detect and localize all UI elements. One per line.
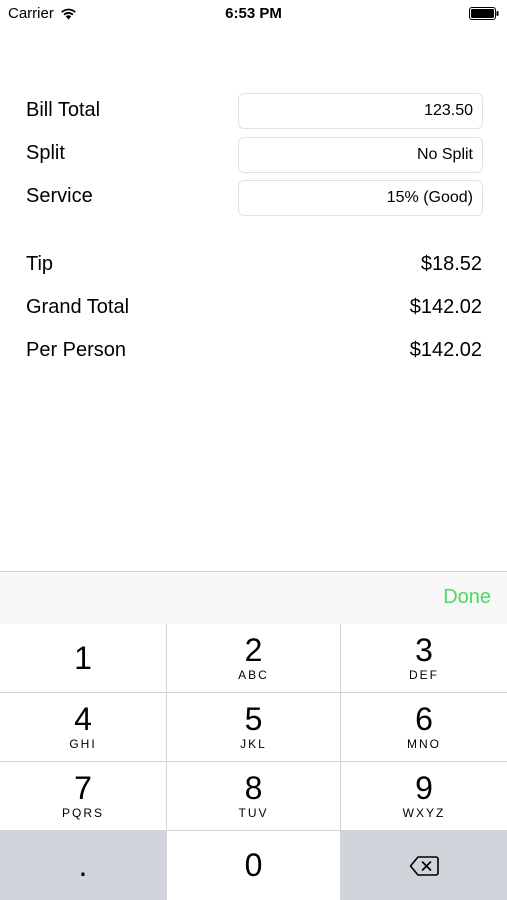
key-letters: WXYZ [402,806,446,820]
key-letters: PQRS [61,806,104,820]
service-label: Service [26,185,93,207]
grand-total-value: $142.02 [409,296,482,318]
key-letters: GHI [69,737,97,751]
service-field[interactable]: 15% (Good) [238,180,483,216]
key-decimal[interactable]: . [0,831,166,900]
key-1[interactable]: 1 [0,624,166,692]
status-time: 6:53 PM [225,5,282,22]
key-3[interactable]: 3 DEF [341,624,507,692]
key-8[interactable]: 8 TUV [167,762,340,830]
per-person-value: $142.02 [409,339,482,361]
tip-label: Tip [26,253,54,275]
key-9[interactable]: 9 WXYZ [341,762,507,830]
bill-total-field[interactable]: 123.50 [238,93,483,129]
key-digit: 9 [415,770,433,806]
done-button[interactable]: Done [443,586,491,609]
split-label: Split [26,142,65,164]
battery-icon [469,7,499,20]
key-4[interactable]: 4 GHI [0,693,166,761]
key-letters: MNO [407,737,441,751]
key-digit: 5 [244,701,263,737]
key-digit: 0 [244,847,263,883]
status-bar: Carrier 6:53 PM [0,0,507,28]
bill-total-label: Bill Total [26,99,101,121]
key-digit: . [78,847,88,883]
tip-value: $18.52 [420,253,482,275]
key-letters: ABC [238,668,269,682]
key-letters: JKL [240,737,267,751]
key-letters: DEF [409,668,439,682]
key-5[interactable]: 5 JKL [167,693,340,761]
key-0[interactable]: 0 [167,831,340,900]
key-digit: 3 [415,632,433,668]
key-digit: 7 [74,770,92,806]
key-digit: 1 [74,640,92,676]
grand-total-label: Grand Total [26,296,130,318]
key-delete[interactable] [341,831,507,900]
key-digit: 8 [244,770,263,806]
split-field[interactable]: No Split [238,137,483,173]
key-digit: 4 [74,701,92,737]
key-2[interactable]: 2 ABC [167,624,340,692]
key-digit: 2 [244,632,263,668]
per-person-label: Per Person [26,339,127,361]
key-letters: TUV [238,806,269,820]
key-digit: 6 [415,701,433,737]
keyboard-toolbar: Done [0,571,507,624]
delete-backspace-icon [409,856,439,876]
key-7[interactable]: 7 PQRS [0,762,166,830]
numeric-keypad: 1 2 ABC 3 DEF 4 GHI 5 JKL 6 MNO 7 PQRS 8… [0,624,507,900]
key-6[interactable]: 6 MNO [341,693,507,761]
